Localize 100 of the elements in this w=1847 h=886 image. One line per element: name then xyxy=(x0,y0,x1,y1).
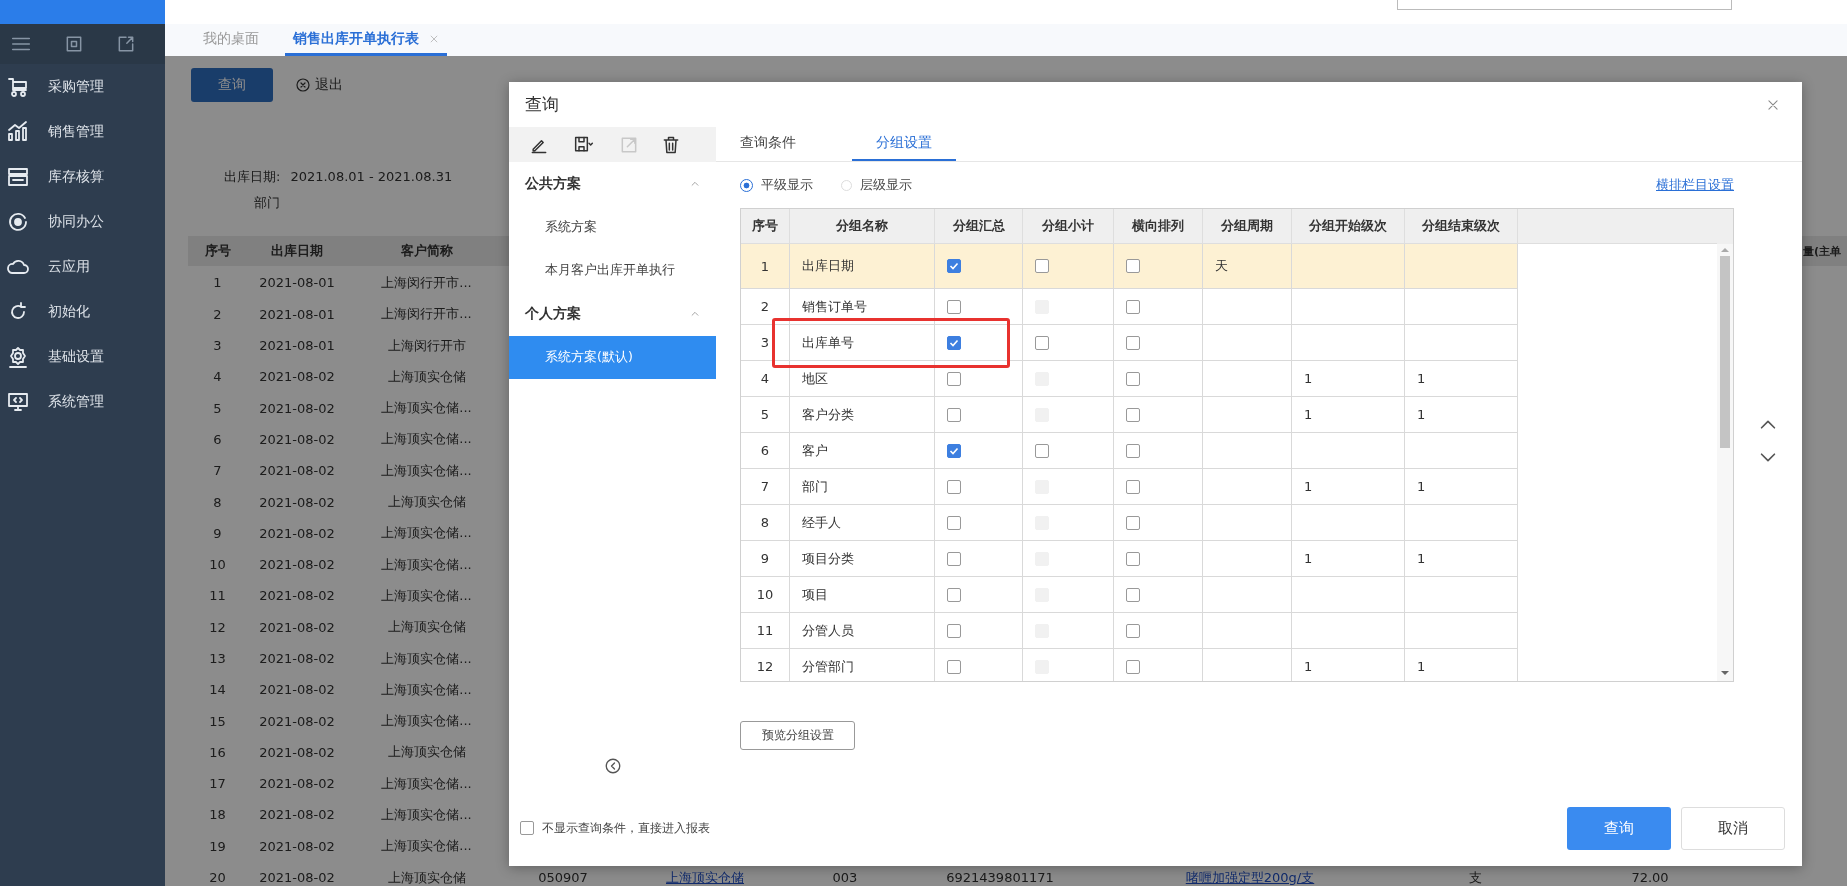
checkbox-label[interactable]: 不显示查询条件，直接进入报表 xyxy=(542,819,710,837)
table-cell: 2021-08-02 xyxy=(259,651,335,666)
checkbox[interactable] xyxy=(1126,335,1140,350)
tab[interactable]: 查询条件 xyxy=(716,127,820,161)
table-cell: 6 xyxy=(741,433,790,469)
checkbox[interactable] xyxy=(947,623,961,638)
table-cell: 7 xyxy=(741,469,790,505)
table-cell: 5 xyxy=(213,400,222,416)
checkbox[interactable] xyxy=(947,371,961,386)
filter-value: 2021.08.01 - 2021.08.31 xyxy=(290,168,453,186)
table-cell: 10 xyxy=(209,557,226,573)
menu-item[interactable]: 基础设置 xyxy=(48,347,104,366)
checkbox[interactable] xyxy=(1126,479,1140,494)
checkbox[interactable] xyxy=(1035,259,1049,273)
table-cell: 上海顶实仓储... xyxy=(381,712,472,731)
table-cell: 2021-08-02 xyxy=(259,431,335,447)
menu-item[interactable]: 采购管理 xyxy=(48,77,104,96)
chart-icon xyxy=(6,119,30,144)
checkbox[interactable] xyxy=(1126,659,1140,674)
checkbox[interactable] xyxy=(1126,259,1140,273)
table-cell: 项目 xyxy=(790,577,935,613)
table-cell: 1 xyxy=(741,244,790,289)
checkbox[interactable] xyxy=(1035,335,1049,350)
checkbox[interactable] xyxy=(947,515,961,530)
checkbox[interactable] xyxy=(1035,443,1049,458)
checkbox[interactable] xyxy=(520,821,534,835)
group-header[interactable]: 个人方案 xyxy=(525,305,581,323)
close-icon xyxy=(429,33,439,44)
table-cell: 2 xyxy=(741,289,790,325)
table-cell: 项目分类 xyxy=(790,541,935,577)
menu-item[interactable]: 系统管理 xyxy=(48,392,104,411)
checkbox[interactable] xyxy=(1126,587,1140,602)
menu-item[interactable]: 云应用 xyxy=(48,257,90,276)
table-cell: 2021-08-02 xyxy=(259,588,335,604)
search-field[interactable] xyxy=(1397,0,1732,10)
checkbox[interactable] xyxy=(1126,443,1140,458)
menu-item[interactable]: 库存核算 xyxy=(48,167,104,186)
dialog-title: 查询 xyxy=(525,93,559,116)
checkbox[interactable] xyxy=(947,407,961,422)
tab[interactable]: 分组设置 xyxy=(852,127,956,161)
table-cell: 2021-08-02 xyxy=(259,619,335,635)
menu-item[interactable]: 初始化 xyxy=(48,302,90,321)
checkbox[interactable] xyxy=(947,479,961,494)
table-cell: 12 xyxy=(209,619,226,635)
column-header: 分组开始级次 xyxy=(1292,209,1405,244)
table-cell: 地区 xyxy=(790,361,935,397)
scrollbar[interactable] xyxy=(1717,209,1733,681)
cell-link[interactable]: 上海顶实仓储 xyxy=(666,868,744,886)
table-cell: 3 xyxy=(213,338,222,354)
table-cell: 9 xyxy=(741,541,790,577)
checkbox[interactable] xyxy=(1126,515,1140,530)
checkbox[interactable] xyxy=(947,587,961,602)
column-settings-link[interactable]: 横排栏目设置 xyxy=(1656,176,1734,194)
cell-link[interactable]: 啫喱加强定型200g/支 xyxy=(1185,868,1315,886)
menu-item[interactable]: 销售管理 xyxy=(48,122,104,141)
checkbox[interactable] xyxy=(947,443,961,458)
column-header: 出库日期 xyxy=(247,236,347,266)
chevron-up-icon xyxy=(690,309,700,319)
column-header: 量(主单 xyxy=(1803,236,1847,266)
table-cell: 上海顶实仓储 xyxy=(387,367,466,386)
column-header: 客户简称 xyxy=(347,236,506,266)
checkbox[interactable] xyxy=(947,659,961,674)
table-cell: 上海顶实仓储... xyxy=(381,806,472,824)
table-cell: 出库日期 xyxy=(790,244,935,289)
checkbox[interactable] xyxy=(1126,551,1140,566)
table-cell: 17 xyxy=(209,776,226,792)
column-header: 分组名称 xyxy=(790,209,935,244)
radio-label[interactable]: 平级显示 xyxy=(761,176,813,194)
collapse-left-icon xyxy=(603,757,622,775)
tab[interactable]: 销售出库开单执行表 xyxy=(285,24,447,56)
checkbox[interactable] xyxy=(947,551,961,566)
checkbox[interactable] xyxy=(1126,407,1140,422)
checkbox[interactable] xyxy=(947,299,961,314)
checkbox[interactable] xyxy=(1126,623,1140,638)
radio-label[interactable]: 层级显示 xyxy=(860,176,912,194)
filter-label: 部门 xyxy=(253,194,281,212)
trash-icon[interactable] xyxy=(661,134,681,155)
table-cell: 1 xyxy=(1405,469,1518,505)
column-header: 横向排列 xyxy=(1114,209,1203,244)
scheme-item[interactable]: 系统方案 xyxy=(509,206,716,249)
popout-icon xyxy=(116,34,136,54)
table-cell: 2021-08-02 xyxy=(259,494,335,510)
preview-button[interactable]: 预览分组设置 xyxy=(740,721,855,750)
table-cell: 1 xyxy=(1405,361,1518,397)
checkbox[interactable] xyxy=(947,335,961,350)
menu-item[interactable]: 协同办公 xyxy=(48,212,104,231)
table-cell: 2021-08-02 xyxy=(259,807,335,823)
checkbox[interactable] xyxy=(947,259,961,273)
radio-button[interactable] xyxy=(740,178,753,192)
table-cell: 003 xyxy=(832,870,858,886)
checkbox[interactable] xyxy=(1126,371,1140,386)
group-header[interactable]: 公共方案 xyxy=(525,175,581,193)
table-cell: 上海闵行开市 xyxy=(387,336,466,355)
scheme-item[interactable]: 本月客户出库开单执行 xyxy=(509,249,716,292)
table-cell: 1 xyxy=(1292,541,1405,577)
checkbox[interactable] xyxy=(1126,299,1140,314)
cancel-button[interactable]: 取消 xyxy=(1681,806,1785,850)
table-cell: 经手人 xyxy=(790,505,935,541)
column-header: 分组结束级次 xyxy=(1405,209,1518,244)
exit-button[interactable]: 退出 xyxy=(295,76,343,94)
